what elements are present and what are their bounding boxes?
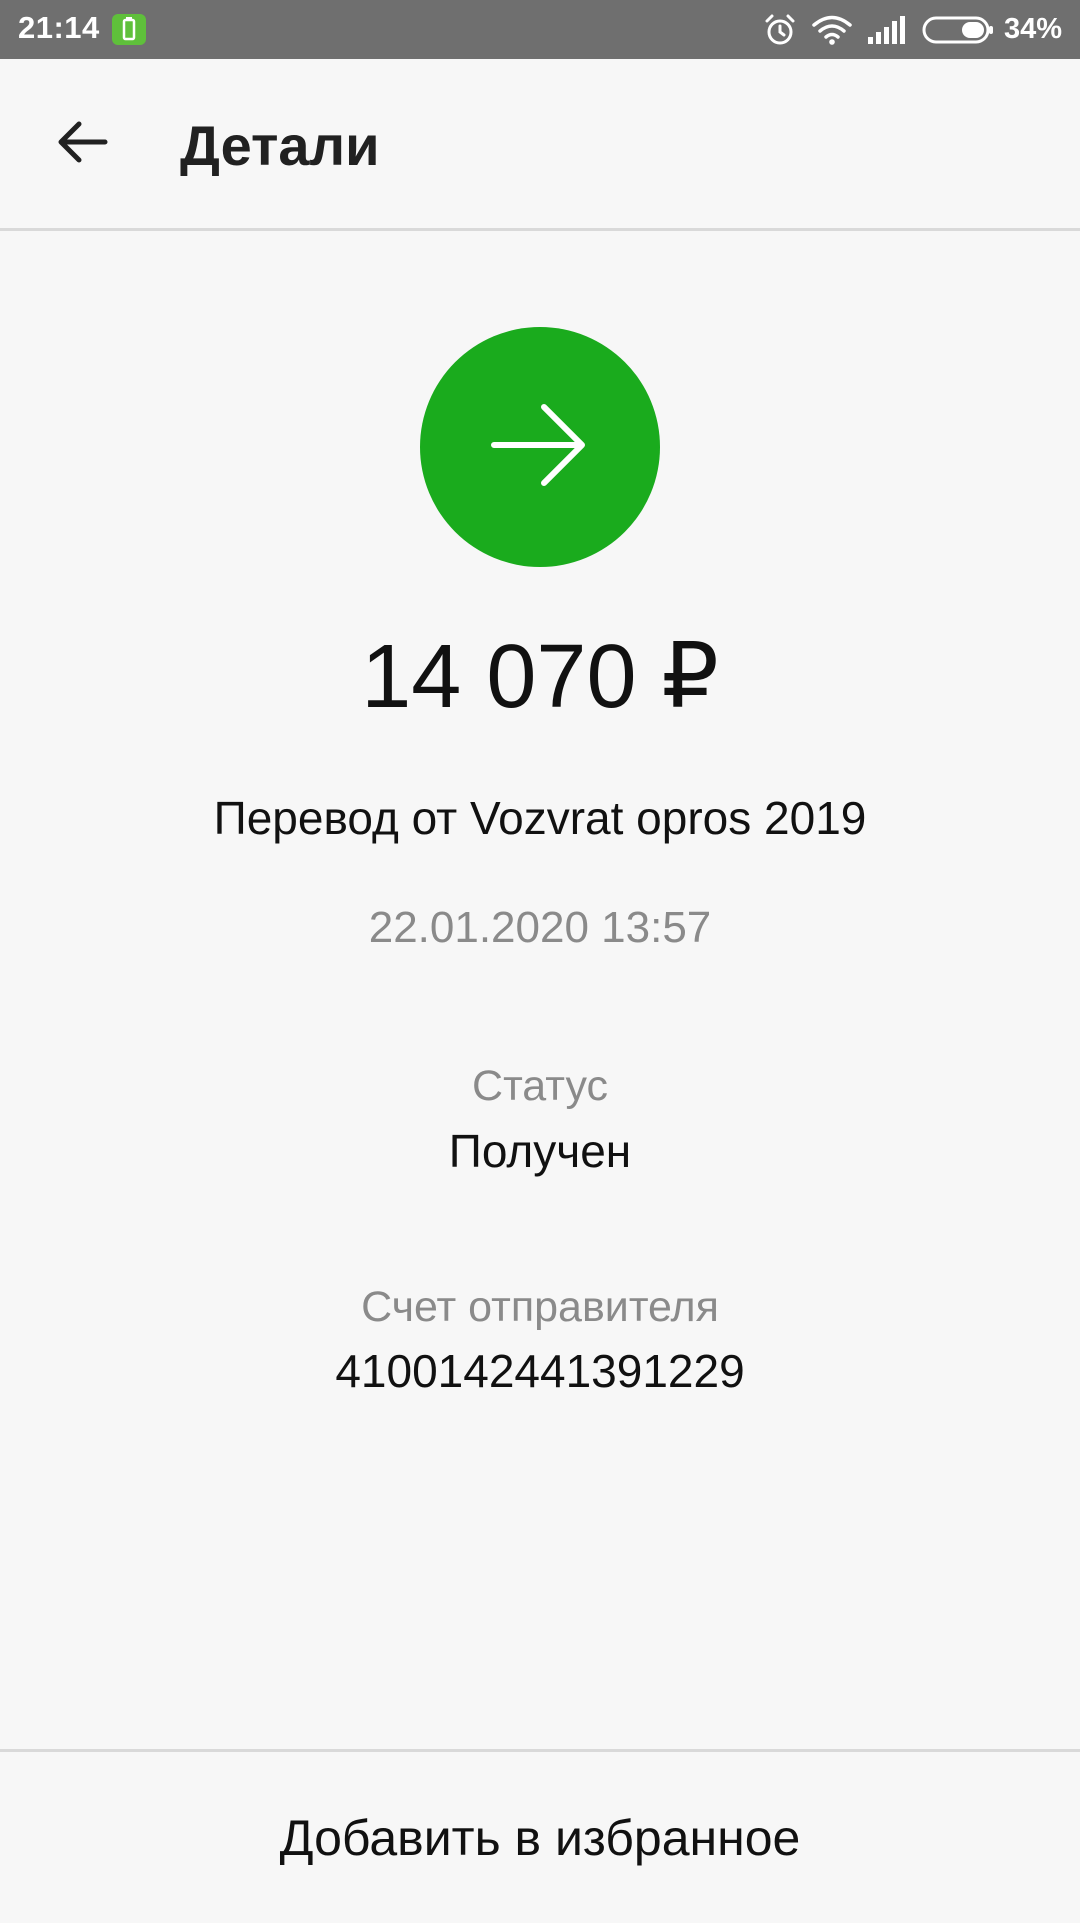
sender-account-label: Счет отправителя — [361, 1283, 719, 1331]
arrow-left-icon — [55, 118, 109, 171]
add-to-favorites-label: Добавить в избранное — [279, 1809, 801, 1866]
status-label: Статус — [472, 1062, 608, 1110]
signal-icon — [866, 15, 906, 45]
battery-icon — [922, 15, 994, 45]
transaction-amount: 14 070 ₽ — [361, 627, 719, 727]
alarm-icon — [762, 12, 798, 48]
status-time: 21:14 — [18, 10, 100, 45]
page-title: Детали — [180, 114, 380, 177]
status-icons: 34% — [762, 0, 1062, 59]
battery-percent: 34% — [1003, 13, 1062, 45]
arrow-right-icon — [490, 400, 590, 495]
transaction-description: Перевод от Vozvrat opros 2019 — [213, 792, 867, 844]
sender-account-value: 4100142441391229 — [335, 1345, 745, 1397]
app-bar: Детали — [0, 59, 1080, 231]
status-bar: 21:14 34% — [0, 0, 1080, 59]
charging-icon — [112, 14, 146, 45]
transaction-datetime: 22.01.2020 13:57 — [368, 903, 712, 952]
add-to-favorites-button[interactable]: Добавить в избранное — [0, 1749, 1080, 1923]
back-button[interactable] — [42, 109, 122, 179]
status-value: Получен — [448, 1125, 632, 1177]
transaction-icon-circle — [420, 327, 660, 567]
wifi-icon — [812, 14, 852, 46]
